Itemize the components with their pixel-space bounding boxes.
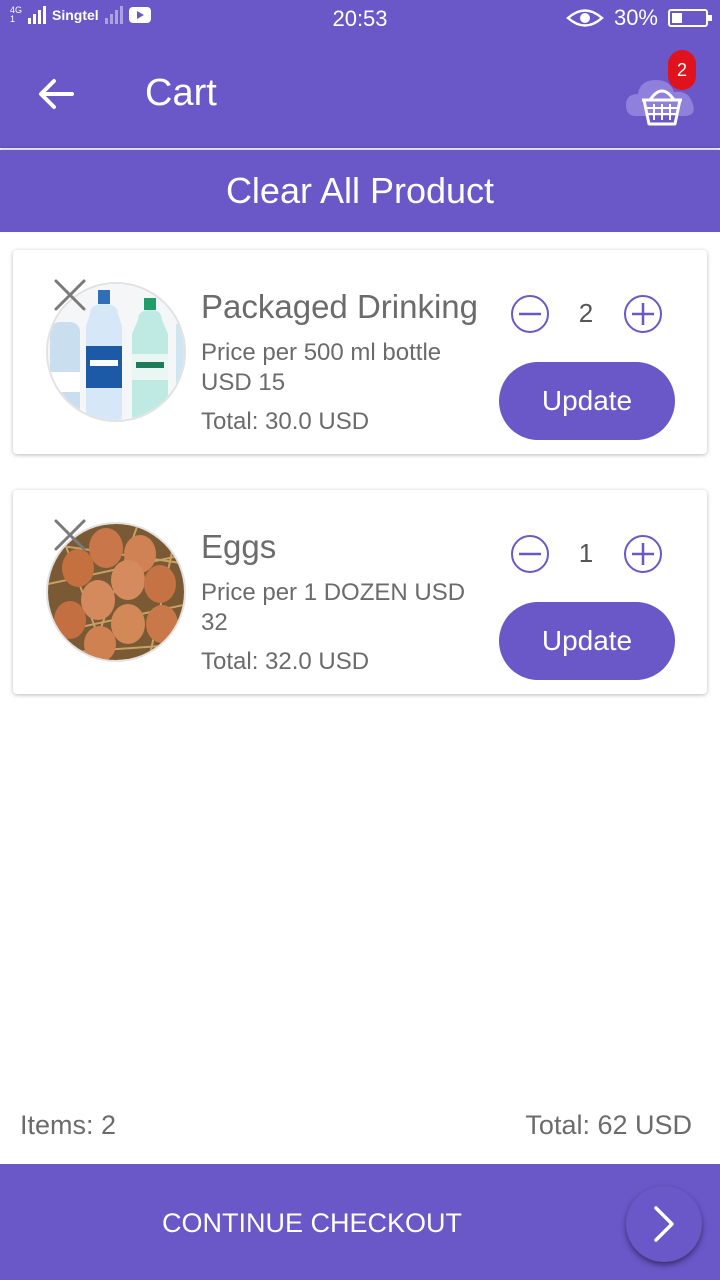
increase-quantity-icon[interactable] — [623, 294, 663, 334]
cart-screen: 4G 1 Singtel 20:53 30% Cart 2 Clear All … — [0, 0, 720, 1280]
eye-icon — [566, 9, 604, 27]
status-bar: 4G 1 Singtel 20:53 30% — [0, 0, 720, 36]
product-price: Price per 500 ml bottle USD 15 — [201, 339, 442, 396]
checkout-arrow-button[interactable] — [626, 1186, 702, 1262]
cart-item-card: Packaged Drinking Price per 500 ml bottl… — [13, 250, 707, 454]
continue-checkout-button[interactable]: CONTINUE CHECKOUT — [0, 1208, 624, 1239]
update-button[interactable]: Update — [499, 602, 675, 680]
cart-count-badge: 2 — [668, 50, 696, 90]
cart-item-card: Eggs Price per 1 DOZEN USD 32 Total: 32.… — [13, 490, 707, 694]
product-name: Packaged Drinking — [201, 288, 478, 325]
quantity-value: 1 — [578, 538, 594, 568]
remove-item-icon[interactable] — [53, 278, 87, 312]
app-bar: Cart 2 — [0, 36, 720, 148]
remove-item-icon[interactable] — [53, 518, 87, 552]
product-name: Eggs — [201, 528, 277, 565]
grand-total: Total: 62 USD — [525, 1110, 692, 1140]
decrease-quantity-icon[interactable] — [510, 534, 550, 574]
status-right: 30% — [566, 5, 712, 31]
product-price: Price per 1 DOZEN USD 32 — [201, 579, 466, 636]
update-button[interactable]: Update — [499, 362, 675, 440]
product-total: Total: 32.0 USD — [201, 648, 370, 675]
page-title: Cart — [145, 72, 217, 114]
battery-icon — [668, 9, 712, 27]
chevron-right-icon — [654, 1206, 674, 1242]
clear-all-button[interactable]: Clear All Product — [0, 150, 720, 232]
items-count: Items: 2 — [20, 1110, 117, 1140]
back-arrow-icon[interactable] — [34, 72, 78, 116]
battery-percent: 30% — [613, 5, 658, 30]
increase-quantity-icon[interactable] — [623, 534, 663, 574]
checkout-bar[interactable]: CONTINUE CHECKOUT — [0, 1164, 720, 1280]
quantity-value: 2 — [578, 298, 594, 328]
product-total: Total: 30.0 USD — [201, 408, 370, 435]
decrease-quantity-icon[interactable] — [510, 294, 550, 334]
